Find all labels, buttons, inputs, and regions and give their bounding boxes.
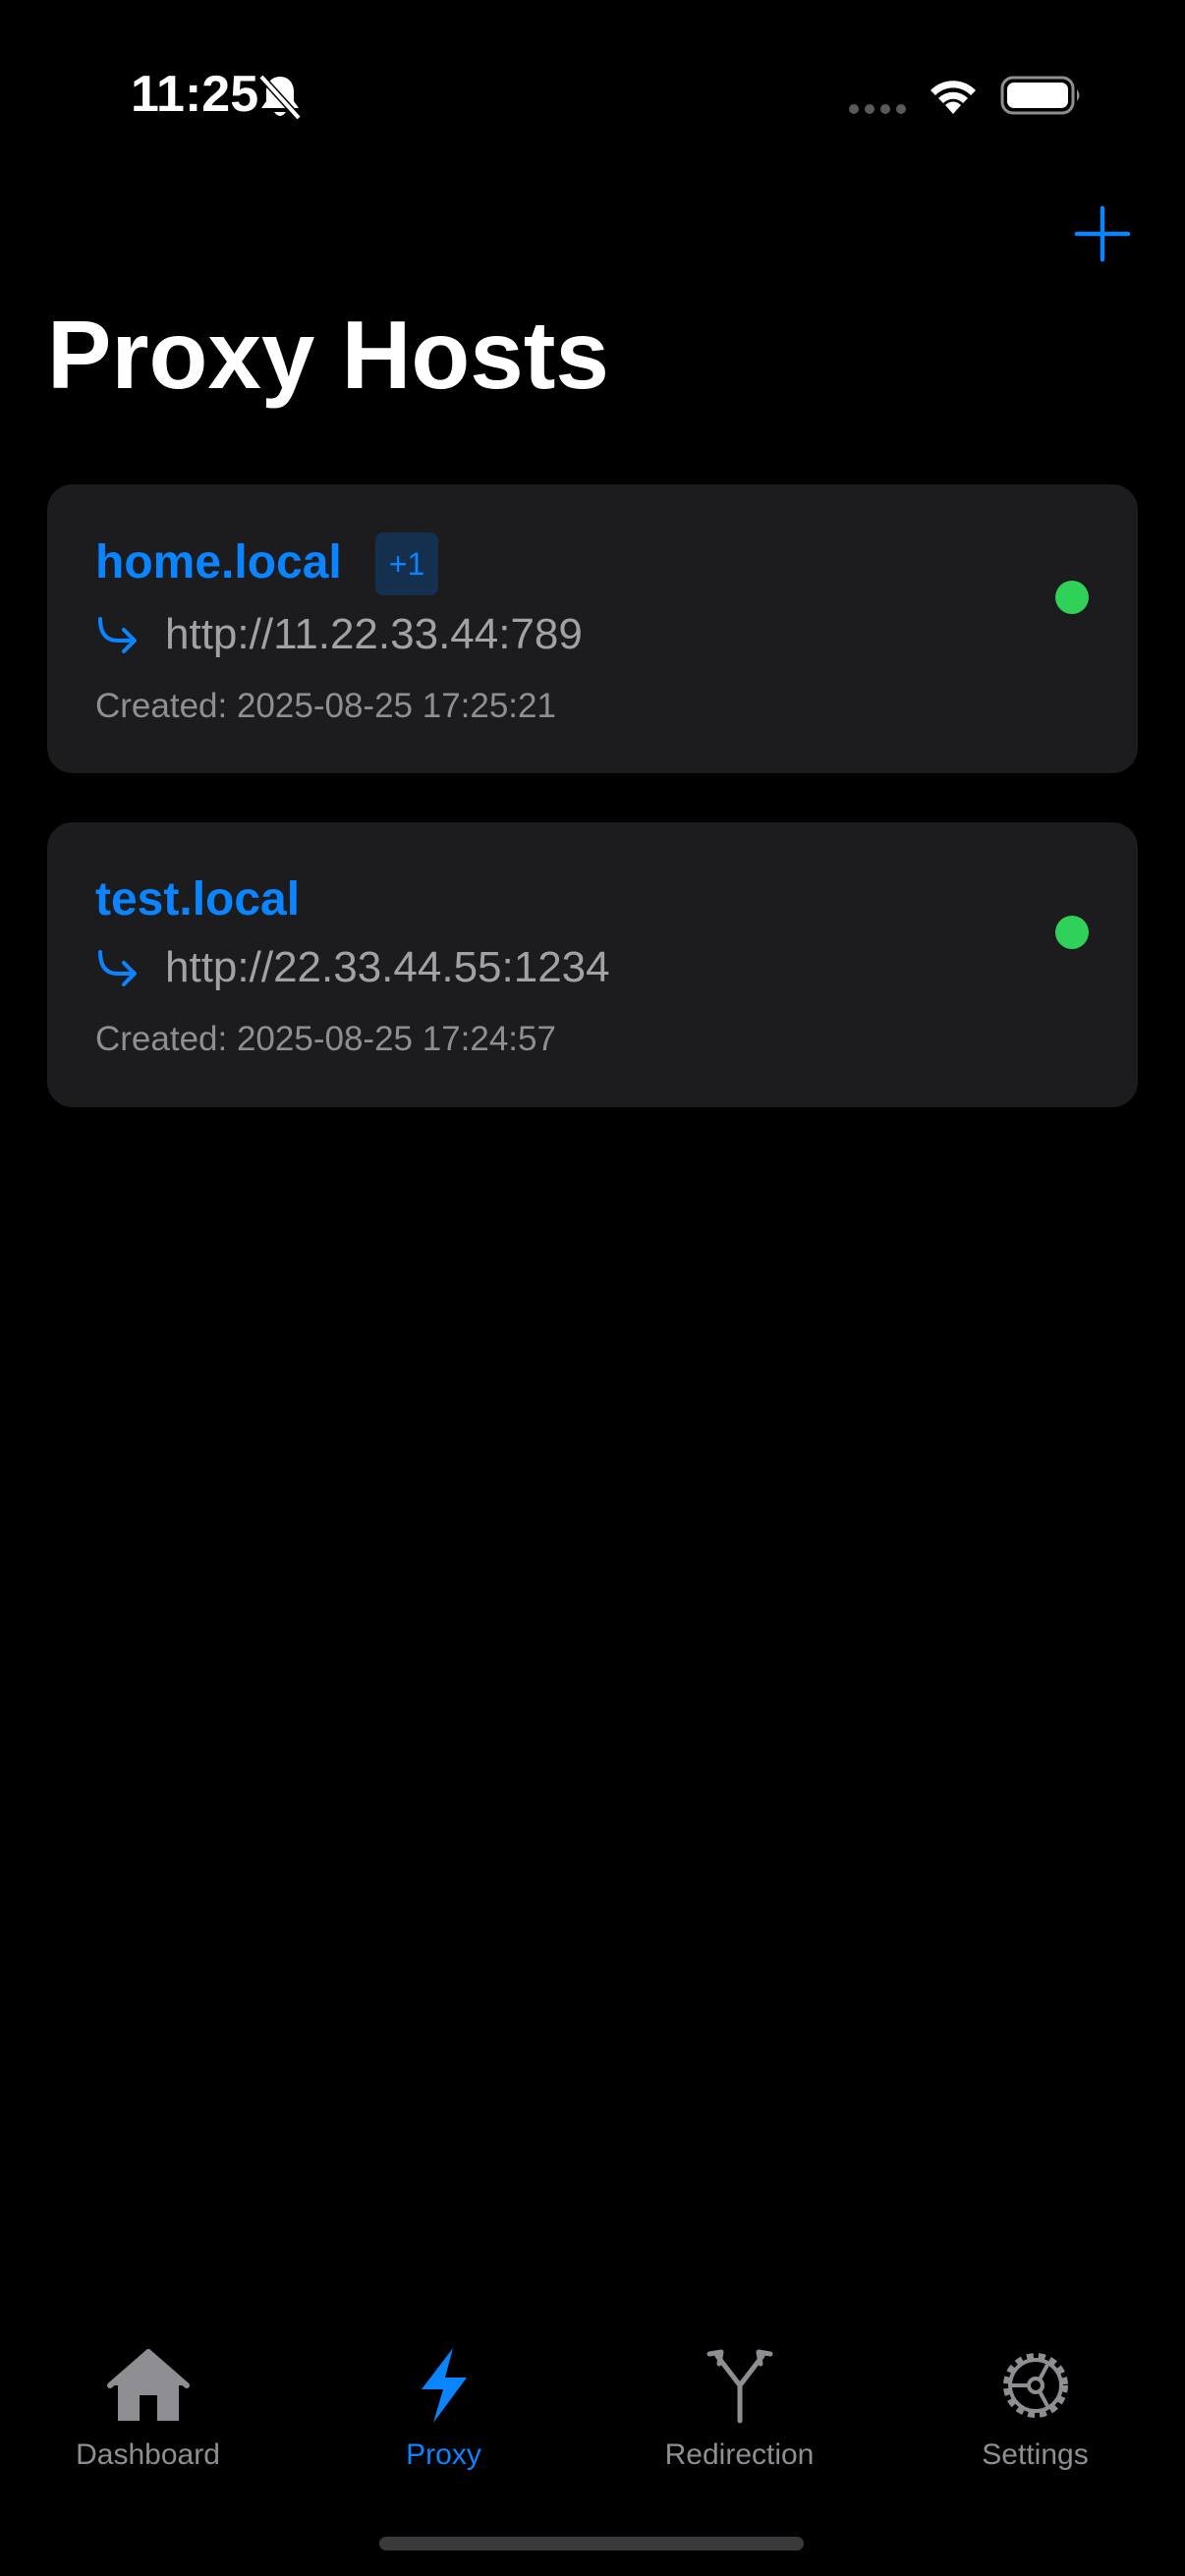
tab-proxy[interactable]: Proxy — [296, 2321, 592, 2497]
cellular-signal-icon — [849, 104, 906, 114]
tab-redirection[interactable]: Redirection — [592, 2321, 887, 2497]
house-icon — [106, 2349, 190, 2421]
gear-icon — [1002, 2353, 1068, 2418]
battery-icon — [1000, 76, 1080, 115]
forward-arrow-icon — [98, 950, 137, 986]
bolt-icon — [421, 2348, 467, 2423]
add-host-button[interactable] — [1073, 204, 1132, 263]
host-domain: home.local — [95, 536, 342, 588]
tab-label: Settings — [982, 2438, 1089, 2471]
forward-target: http://11.22.33.44:789 — [165, 610, 583, 658]
proxy-host-card[interactable]: test.local http://22.33.44.55:1234 Creat… — [47, 822, 1138, 1107]
proxy-host-card[interactable]: home.local +1 http://11.22.33.44:789 Cre… — [47, 484, 1138, 773]
online-status-indicator — [1055, 581, 1089, 614]
tab-dashboard[interactable]: Dashboard — [0, 2321, 296, 2497]
tab-label: Proxy — [406, 2438, 481, 2471]
forward-target: http://22.33.44.55:1234 — [165, 943, 610, 991]
page-title: Proxy Hosts — [47, 301, 609, 409]
extra-domains-badge: +1 — [375, 532, 438, 595]
created-timestamp: Created: 2025-08-25 17:25:21 — [95, 687, 556, 725]
home-indicator — [379, 2537, 804, 2550]
status-bar: 11:25 — [0, 0, 1185, 196]
split-arrow-icon — [706, 2349, 772, 2424]
tab-label: Redirection — [664, 2438, 815, 2471]
wifi-icon — [931, 81, 976, 114]
online-status-indicator — [1055, 916, 1089, 949]
tab-label: Dashboard — [76, 2438, 220, 2471]
bell-slash-icon — [258, 74, 302, 121]
host-domain: test.local — [95, 873, 301, 925]
forward-arrow-icon — [98, 617, 137, 653]
tab-settings[interactable]: Settings — [887, 2321, 1183, 2497]
created-timestamp: Created: 2025-08-25 17:24:57 — [95, 1020, 556, 1058]
status-time: 11:25 — [131, 66, 259, 123]
